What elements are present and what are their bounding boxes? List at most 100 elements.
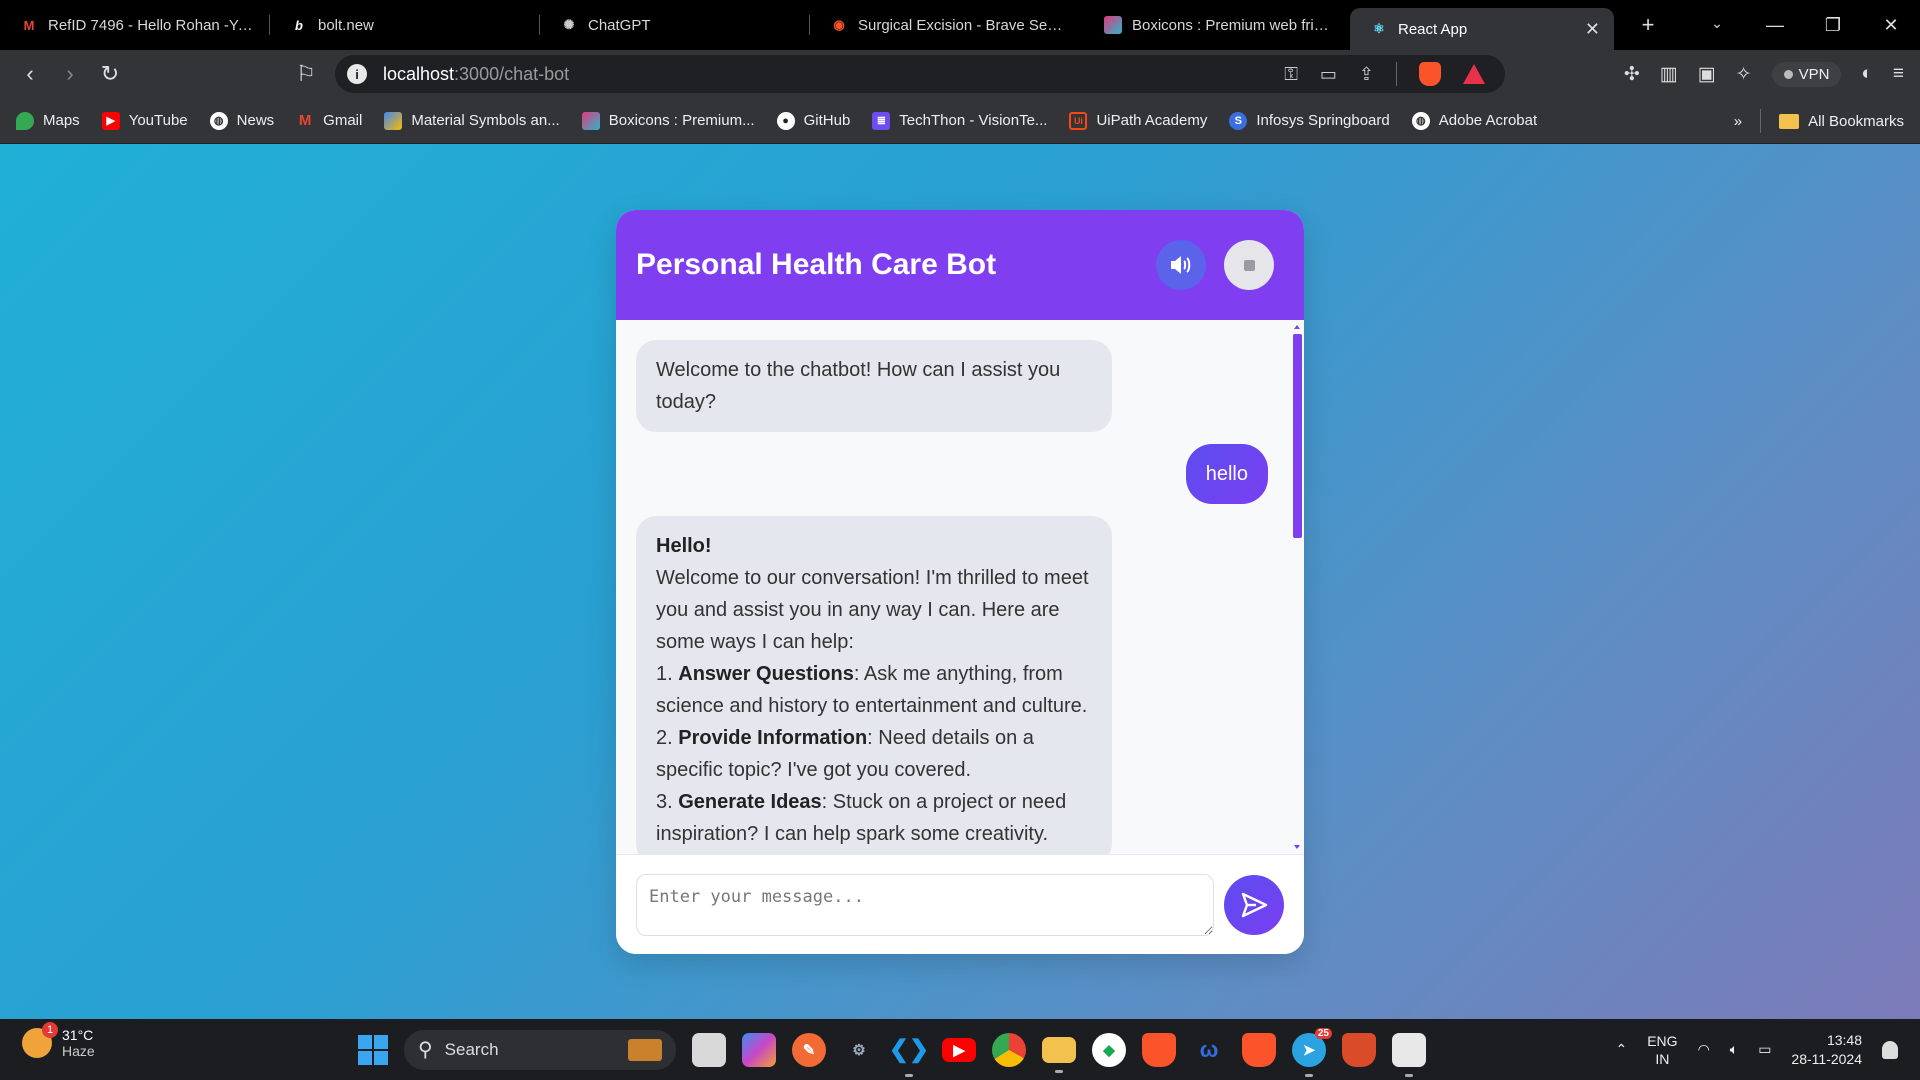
language-indicator[interactable]: ENG IN	[1647, 1032, 1677, 1068]
task-view-icon[interactable]	[692, 1032, 726, 1067]
sidebar-icon[interactable]: ▥	[1660, 63, 1678, 86]
bookmark-boxicons[interactable]: Boxicons : Premium...	[581, 111, 755, 130]
brave-active-icon[interactable]	[1242, 1032, 1276, 1067]
speaker-button[interactable]	[1156, 240, 1206, 290]
tab-gmail[interactable]: M RefID 7496 - Hello Rohan -Your	[0, 0, 270, 50]
close-window-icon[interactable]: ✕	[1862, 15, 1920, 36]
vpn-button[interactable]: VPN	[1771, 61, 1842, 87]
tab-chatgpt[interactable]: ✺ ChatGPT	[540, 0, 810, 50]
clock-date: 28-11-2024	[1791, 1050, 1862, 1067]
leo-ai-icon[interactable]: ✧	[1736, 63, 1752, 86]
reload-button[interactable]: ↻	[90, 54, 130, 94]
brave-shields-icon[interactable]	[1419, 62, 1441, 86]
tab-brave-search[interactable]: ◉ Surgical Excision - Brave Search	[810, 0, 1084, 50]
chat-title: Personal Health Care Bot	[636, 248, 997, 281]
minimize-icon[interactable]: —	[1746, 15, 1804, 36]
mongodb-icon[interactable]: ◆	[1092, 1032, 1126, 1067]
list-icon: ≣	[872, 111, 891, 130]
chrome-icon[interactable]	[992, 1032, 1026, 1067]
bookmark-github[interactable]: ● GitHub	[776, 111, 850, 130]
extensions-puzzle-icon[interactable]: ✣	[1624, 63, 1640, 86]
cast-icon[interactable]: ▭	[1320, 64, 1337, 85]
restore-icon[interactable]: ❐	[1804, 15, 1862, 36]
scroll-thumb[interactable]	[1293, 334, 1302, 538]
windows-taskbar: 1 31°C Haze ⚲ Search ✎ ⚙ ❮❯ ▶ ◆ ω ➤ 25 ⌃ …	[0, 1019, 1920, 1080]
password-key-icon[interactable]: ⚿	[1284, 64, 1298, 85]
clock[interactable]: 13:48 28-11-2024	[1791, 1031, 1862, 1069]
telegram-icon[interactable]: ➤ 25	[1292, 1027, 1332, 1077]
bookmark-uipath[interactable]: Ui UiPath Academy	[1069, 111, 1207, 130]
weather-widget[interactable]: 1 31°C Haze	[22, 1022, 95, 1059]
bolt-icon: b	[295, 17, 303, 33]
notification-badge: 1	[42, 1022, 58, 1038]
battery-icon[interactable]: ▭	[1758, 1041, 1771, 1058]
bookmark-infosys-springboard[interactable]: S Infosys Springboard	[1229, 111, 1390, 130]
copilot-icon[interactable]	[742, 1032, 776, 1067]
boxicons-icon	[1104, 16, 1122, 34]
new-tab-icon[interactable]: +	[1626, 12, 1670, 38]
theme-icon[interactable]: ◐	[1861, 63, 1872, 85]
webex-icon[interactable]: ω	[1192, 1033, 1226, 1067]
bookmarks-bar: Maps ▶ YouTube ◍ News M Gmail Material Symb…	[0, 98, 1920, 144]
send-button[interactable]	[1224, 874, 1284, 935]
windows-start-icon[interactable]	[358, 1034, 388, 1065]
bookmark-techthon[interactable]: ≣ TechThon - VisionTe...	[872, 111, 1047, 130]
tab-title: Surgical Excision - Brave Search	[858, 16, 1070, 34]
wifi-icon[interactable]: ◠	[1698, 1041, 1710, 1058]
weather-temperature: 31°C	[62, 1027, 94, 1043]
page-viewport: Personal Health Care Bot Welcome to the …	[0, 144, 1920, 1019]
settings-gear-icon[interactable]: ⚙	[842, 1033, 876, 1067]
address-url[interactable]: localhost:3000/chat-bot	[383, 64, 569, 85]
snipping-tool-icon[interactable]	[1392, 1032, 1426, 1077]
brave-rewards-icon[interactable]	[1463, 64, 1485, 84]
menu-icon[interactable]: ≡	[1893, 63, 1904, 85]
forward-button[interactable]: ›	[50, 54, 90, 94]
tab-list-chevron-icon[interactable]: ⌄	[1688, 15, 1746, 36]
tab-react-app[interactable]: ⚛ React App ✕	[1350, 8, 1614, 50]
bookmark-gmail[interactable]: M Gmail	[296, 112, 362, 130]
weather-sun-icon: 1	[22, 1022, 58, 1058]
notification-bell-icon[interactable]	[1882, 1040, 1898, 1059]
bot-message-reply: Hello! Welcome to our conversation! I'm …	[636, 516, 1112, 854]
vscode-icon[interactable]: ❮❯	[889, 1033, 929, 1077]
bot-message-welcome: Welcome to the chatbot! How can I assist…	[636, 340, 1112, 432]
stop-button[interactable]	[1224, 240, 1274, 290]
bookmark-adobe-acrobat[interactable]: ◍ Adobe Acrobat	[1411, 111, 1537, 130]
share-icon[interactable]: ⇪	[1359, 64, 1374, 85]
scroll-up-arrow-icon[interactable]	[1294, 325, 1300, 329]
back-button[interactable]: ‹	[10, 54, 50, 94]
tab-title: React App	[1398, 20, 1468, 38]
volume-icon[interactable]: 🔈︎	[1730, 1041, 1738, 1058]
bookmarks-right: » All Bookmarks	[1734, 98, 1904, 144]
bookmark-news[interactable]: ◍ News	[209, 111, 274, 130]
all-bookmarks-button[interactable]: All Bookmarks	[1779, 113, 1904, 130]
more-bookmarks-chevron-icon[interactable]: »	[1734, 113, 1742, 130]
tray-overflow-chevron-icon[interactable]: ⌃	[1615, 1041, 1627, 1058]
uipath-icon: Ui	[1069, 111, 1088, 130]
address-bar[interactable]: i localhost:3000/chat-bot ⚿ ▭ ⇪	[335, 55, 1505, 93]
bookmark-maps[interactable]: Maps	[16, 111, 80, 130]
youtube-icon[interactable]: ▶	[942, 1037, 976, 1062]
scroll-down-arrow-icon[interactable]	[1294, 845, 1300, 849]
brave-icon[interactable]	[1142, 1032, 1176, 1067]
site-info-icon[interactable]: i	[347, 64, 367, 84]
bookmark-youtube[interactable]: ▶ YouTube	[101, 111, 188, 130]
telegram-badge: 25	[1314, 1027, 1332, 1039]
brave-beta-icon[interactable]	[1342, 1032, 1376, 1067]
tab-bolt[interactable]: b bolt.new	[270, 0, 540, 50]
file-explorer-icon[interactable]	[1042, 1036, 1076, 1073]
tab-boxicons[interactable]: Boxicons : Premium web friendl	[1084, 0, 1350, 50]
bookmark-page-icon[interactable]: ⚐	[286, 54, 326, 94]
wallet-icon[interactable]: ▣	[1698, 63, 1716, 86]
globe-icon: ◍	[1411, 111, 1430, 130]
youtube-icon: ▶	[101, 111, 120, 130]
taskbar-search[interactable]: ⚲ Search	[404, 1029, 676, 1070]
bookmark-material-symbols[interactable]: Material Symbols an...	[384, 111, 560, 130]
reply-item: 2. Provide Information: Need details on …	[656, 727, 1034, 781]
postman-icon[interactable]: ✎	[792, 1032, 826, 1067]
close-tab-icon[interactable]: ✕	[1575, 19, 1600, 40]
message-list[interactable]: Welcome to the chatbot! How can I assist…	[616, 320, 1304, 854]
globe-icon: ◍	[209, 111, 228, 130]
message-scrollbar[interactable]	[1292, 320, 1302, 854]
message-input[interactable]	[636, 873, 1214, 936]
